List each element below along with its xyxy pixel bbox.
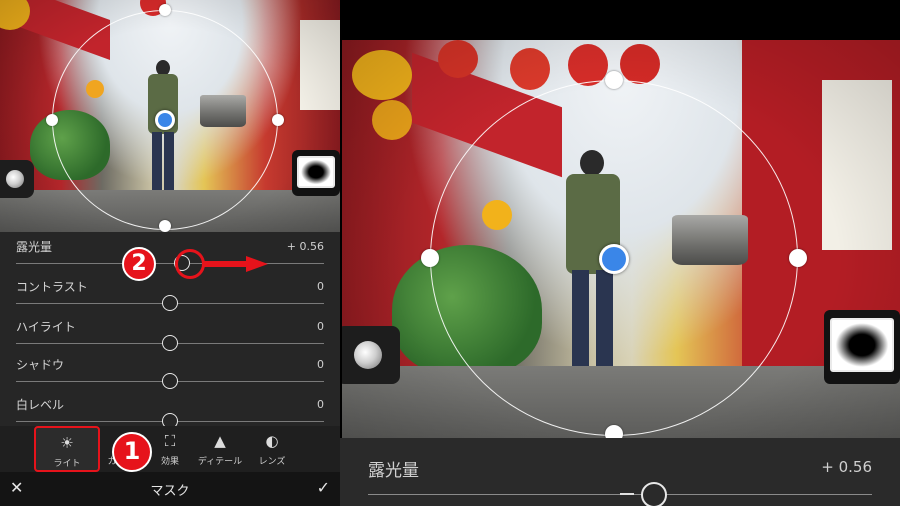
mask-center-pin[interactable] <box>155 110 175 130</box>
tool-label: ライト <box>53 459 81 469</box>
radial-gradient-tool[interactable] <box>0 160 34 198</box>
slider-knob[interactable] <box>641 482 667 506</box>
slider-highlights[interactable]: ハイライト 0 <box>16 318 324 354</box>
slider-label: 露光量 <box>368 461 419 481</box>
lens-icon: ◐ <box>265 432 279 450</box>
slider-knob[interactable] <box>162 373 178 389</box>
mask-handle-right[interactable] <box>789 249 807 267</box>
slider-value: + 0.56 <box>821 458 872 476</box>
confirm-button[interactable]: ✓ <box>317 478 330 497</box>
phone-editor-left: 露光量 + 0.56 コントラスト 0 ハイライト 0 シャドウ 0 白レベル … <box>0 0 340 506</box>
screenshot-composite: 露光量 + 0.56 コントラスト 0 ハイライト 0 シャドウ 0 白レベル … <box>0 0 900 506</box>
slider-whites[interactable]: 白レベル 0 <box>16 396 324 429</box>
slider-value: + 0.56 <box>286 240 324 253</box>
mask-handle-bottom[interactable] <box>159 220 171 232</box>
slider-value: 0 <box>317 358 324 371</box>
mask-handle-left[interactable] <box>421 249 439 267</box>
mask-handle-right[interactable] <box>272 114 284 126</box>
slider-default-mark <box>620 493 634 495</box>
mask-center-pin[interactable] <box>599 244 629 274</box>
exposure-panel-zoomed: 露光量 + 0.56 <box>340 438 900 506</box>
tool-detail[interactable]: ▲ ディテール <box>192 426 248 472</box>
mask-bottom-bar: ✕ マスク ✓ <box>0 472 340 506</box>
slider-knob[interactable] <box>162 295 178 311</box>
mask-thumbnail[interactable] <box>824 310 900 384</box>
tool-lens[interactable]: ◐ レンズ <box>244 426 300 472</box>
mask-title: マスク <box>150 484 190 499</box>
mask-handle-bottom[interactable] <box>605 425 623 438</box>
slider-knob[interactable] <box>162 335 178 351</box>
tool-light[interactable]: ☀ ライト <box>34 426 100 472</box>
effects-icon: ⛶ <box>164 432 176 450</box>
adjust-tool-strip: ☀ ライト カ ⛶ 効果 ▲ ディテール ◐ レンズ <box>0 426 340 472</box>
mask-handle-left[interactable] <box>46 114 58 126</box>
slider-label: コントラスト <box>16 280 88 294</box>
tool-label: レンズ <box>258 457 286 467</box>
slider-label: シャドウ <box>16 358 65 372</box>
slider-label: 露光量 <box>16 240 53 254</box>
slider-label: ハイライト <box>16 320 76 334</box>
mask-handle-top[interactable] <box>605 71 623 89</box>
light-adjust-panel: 露光量 + 0.56 コントラスト 0 ハイライト 0 シャドウ 0 白レベル … <box>0 232 340 429</box>
annotation-arrow-right <box>204 256 268 272</box>
photo-preview-zoomed[interactable] <box>342 40 900 438</box>
tool-label: ディテール <box>197 457 243 467</box>
slider-value: 0 <box>317 280 324 293</box>
slider-label: 白レベル <box>16 398 65 412</box>
slider-contrast[interactable]: コントラスト 0 <box>16 278 324 314</box>
photo-preview[interactable] <box>0 0 340 232</box>
sun-icon: ☀ <box>60 434 74 452</box>
slider-value: 0 <box>317 398 324 411</box>
slider-exposure[interactable]: 露光量 + 0.56 <box>16 238 324 274</box>
annotation-step-2: 2 <box>122 247 156 281</box>
slider-value: 0 <box>317 320 324 333</box>
detail-icon: ▲ <box>214 432 226 450</box>
mask-thumbnail[interactable] <box>292 150 340 196</box>
annotation-knob-highlight <box>175 249 205 279</box>
radial-gradient-tool[interactable] <box>342 326 400 384</box>
slider-shadows[interactable]: シャドウ 0 <box>16 356 324 392</box>
annotation-step-1: 1 <box>112 432 152 472</box>
zoomed-editor-right: 露光量 + 0.56 <box>340 0 900 506</box>
mask-handle-top[interactable] <box>159 4 171 16</box>
